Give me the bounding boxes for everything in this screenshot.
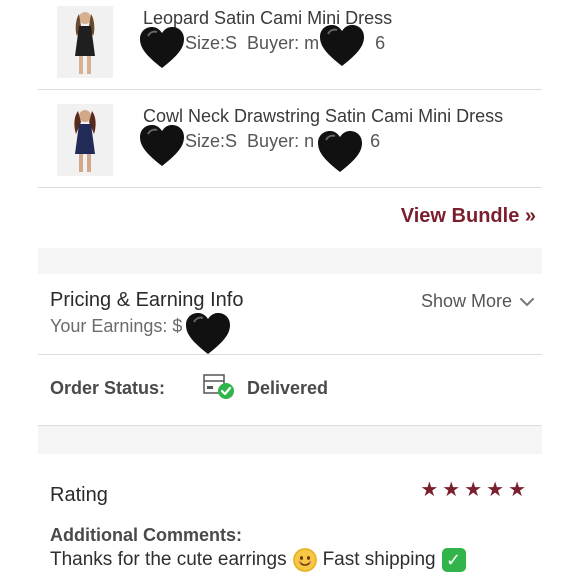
heart-icon — [140, 125, 184, 166]
section-gap — [38, 248, 542, 274]
comment-text: Thanks for the cute earrings Fast shippi… — [50, 548, 466, 572]
heart-icon — [318, 131, 362, 172]
star-icon: ★ — [442, 479, 461, 501]
smiling-face-icon — [292, 548, 317, 572]
show-more-label: Show More — [420, 291, 512, 311]
rating-stars: ★ ★ ★ ★ ★ — [420, 480, 526, 500]
additional-comments-label: Additional Comments: — [50, 525, 242, 545]
size-label: Size:S — [185, 33, 238, 53]
check-mark-icon: ✓ — [441, 548, 466, 572]
item-title[interactable]: Cowl Neck Drawstring Satin Cami Mini Dre… — [143, 106, 503, 127]
buyer-label-tail: 6 — [370, 131, 381, 151]
list-item[interactable]: Cowl Neck Drawstring Satin Cami Mini Dre… — [38, 92, 542, 182]
product-thumbnail[interactable] — [57, 104, 113, 176]
product-thumbnail[interactable] — [57, 6, 113, 78]
pricing-panel — [38, 274, 542, 354]
section-gap — [38, 426, 542, 454]
buyer-label-tail: 6 — [375, 33, 386, 53]
comment-text-part-1: Thanks for the cute earrings — [50, 549, 287, 570]
comment-text-part-2: Fast shipping — [322, 549, 436, 570]
heart-icon — [140, 27, 184, 68]
buyer-label: Buyer: m — [247, 33, 320, 53]
order-details-screen: Leopard Satin Cami Mini Dress Size:S Buy… — [0, 0, 580, 580]
star-icon: ★ — [420, 479, 439, 501]
list-item[interactable]: Leopard Satin Cami Mini Dress Size:S Buy… — [38, 0, 542, 90]
divider — [38, 89, 542, 90]
pricing-title: Pricing & Earning Info — [50, 289, 244, 311]
rating-title: Rating — [50, 484, 108, 506]
order-status-value: Delivered — [247, 378, 329, 398]
heart-icon — [320, 25, 364, 66]
delivered-box-icon — [203, 374, 234, 399]
show-more-button[interactable]: Show More — [421, 291, 534, 312]
star-icon: ★ — [486, 479, 505, 501]
divider — [38, 187, 542, 188]
chevron-down-icon — [520, 297, 534, 306]
view-bundle-link[interactable]: View Bundle » — [401, 205, 536, 228]
earnings-label: Your Earnings: $ — [50, 316, 183, 336]
heart-icon — [186, 313, 230, 354]
star-icon: ★ — [508, 479, 526, 501]
star-icon: ★ — [464, 479, 483, 501]
order-status-label: Order Status: — [50, 378, 166, 398]
divider — [38, 354, 542, 355]
buyer-label: Buyer: n — [247, 131, 315, 151]
size-label: Size:S — [185, 131, 238, 151]
